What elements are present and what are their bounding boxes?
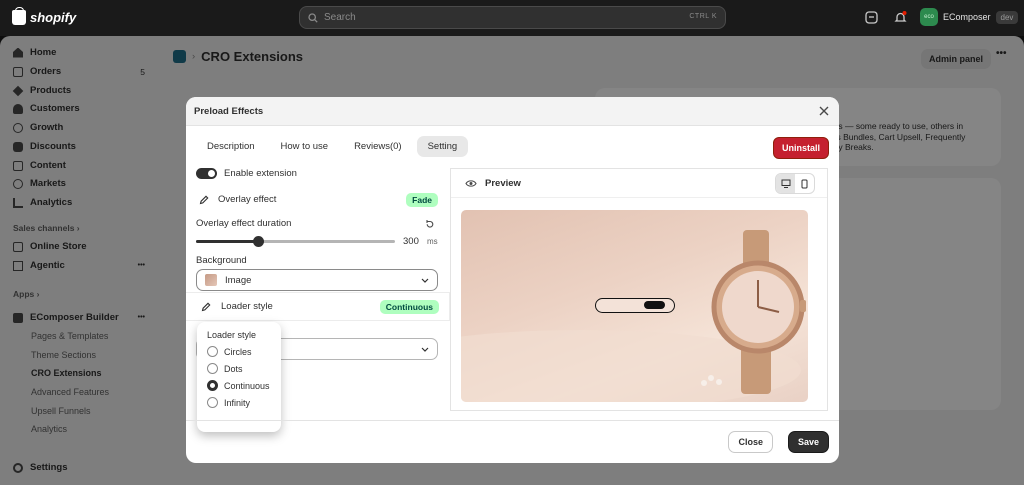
enable-extension-toggle[interactable] [196, 168, 217, 179]
brand-name: shopify [30, 10, 77, 25]
save-button[interactable]: Save [787, 431, 829, 453]
search-icon [308, 12, 318, 23]
pencil-icon [198, 299, 213, 314]
avatar: eco [920, 8, 938, 26]
search-placeholder: Search [324, 12, 356, 23]
loader-style-label: Loader style [221, 301, 273, 312]
radio-button[interactable] [207, 346, 218, 357]
continuous-loader [595, 298, 675, 313]
duration-row: Overlay effect duration [196, 218, 438, 229]
shopify-logo[interactable]: shopify [12, 7, 77, 25]
chevron-down-icon [421, 278, 429, 283]
option-dots[interactable]: Dots [207, 363, 271, 374]
pencil-icon [196, 192, 211, 207]
mobile-icon [801, 179, 808, 188]
overlay-effect-row[interactable]: Overlay effect Fade [196, 192, 438, 207]
radio-button[interactable] [207, 363, 218, 374]
background-label: Background [196, 255, 247, 266]
option-circles[interactable]: Circles [207, 346, 271, 357]
tab-reviews[interactable]: Reviews(0) [343, 136, 413, 157]
slider-fill [196, 240, 258, 243]
overlay-effect-badge: Fade [406, 192, 438, 207]
top-bar: shopify Search CTRL K eco EComposer dev [0, 0, 1024, 36]
slider-handle[interactable] [253, 236, 264, 247]
dropdown-title: Loader style [207, 330, 257, 340]
search-input[interactable]: Search CTRL K [299, 6, 726, 29]
preview-label: Preview [485, 177, 521, 189]
desktop-icon [781, 179, 790, 188]
option-continuous[interactable]: Continuous [207, 380, 271, 391]
background-value: Image [225, 274, 252, 286]
store-switcher[interactable]: eco EComposer dev [920, 8, 1019, 26]
modal-tabs: Description How to use Reviews(0) Settin… [196, 136, 469, 157]
tab-description[interactable]: Description [196, 136, 266, 157]
modal-footer: Close Save [186, 420, 839, 463]
tab-how-to-use[interactable]: How to use [270, 136, 340, 157]
option-label: Circles [224, 346, 252, 357]
radio-button-selected[interactable] [207, 380, 218, 391]
background-image-thumbnail [205, 274, 217, 286]
radio-button[interactable] [207, 397, 218, 408]
option-label: Infinity [224, 397, 251, 408]
close-icon[interactable] [818, 105, 830, 117]
reset-icon[interactable] [424, 219, 434, 229]
modal-header: Preload Effects [186, 97, 839, 126]
tab-setting[interactable]: Setting [416, 136, 469, 157]
preview-image [461, 210, 808, 402]
notification-bell-icon[interactable] [893, 10, 908, 25]
eye-icon [465, 179, 477, 187]
preview-header: Preview [451, 169, 827, 198]
overlay-effect-label: Overlay effect [218, 194, 277, 205]
chevron-down-icon [421, 347, 429, 352]
store-name: EComposer [943, 12, 991, 22]
desktop-view-button[interactable] [776, 174, 795, 193]
uninstall-button[interactable]: Uninstall [772, 137, 829, 159]
duration-value: 300 [403, 236, 419, 247]
modal-title: Preload Effects [194, 105, 264, 117]
preview-panel: Preview [450, 168, 828, 411]
enable-extension-label: Enable extension [224, 168, 297, 179]
loader-style-row[interactable]: Loader style Continuous [186, 293, 449, 320]
device-toggle [775, 173, 815, 194]
option-infinity[interactable]: Infinity [207, 397, 271, 408]
search-shortcut: CTRL K [689, 13, 717, 20]
store-icon[interactable] [864, 10, 879, 25]
option-label: Continuous [224, 380, 270, 391]
mobile-view-button[interactable] [795, 174, 814, 193]
duration-unit: ms [427, 237, 438, 246]
store-tag: dev [995, 10, 1019, 24]
shopify-bag-icon [12, 7, 26, 25]
loader-indicator [644, 301, 665, 309]
option-label: Dots [224, 363, 243, 374]
loader-style-dropdown: Loader style Circles Dots Continuous Inf… [197, 322, 281, 432]
duration-label: Overlay effect duration [196, 218, 292, 229]
enable-extension-row: Enable extension [196, 168, 297, 179]
loader-style-badge: Continuous [379, 299, 439, 314]
close-button[interactable]: Close [728, 431, 773, 453]
background-select[interactable]: Image [196, 269, 438, 291]
preload-effects-modal: Preload Effects Description How to use R… [186, 97, 839, 463]
duration-slider[interactable] [196, 236, 395, 247]
